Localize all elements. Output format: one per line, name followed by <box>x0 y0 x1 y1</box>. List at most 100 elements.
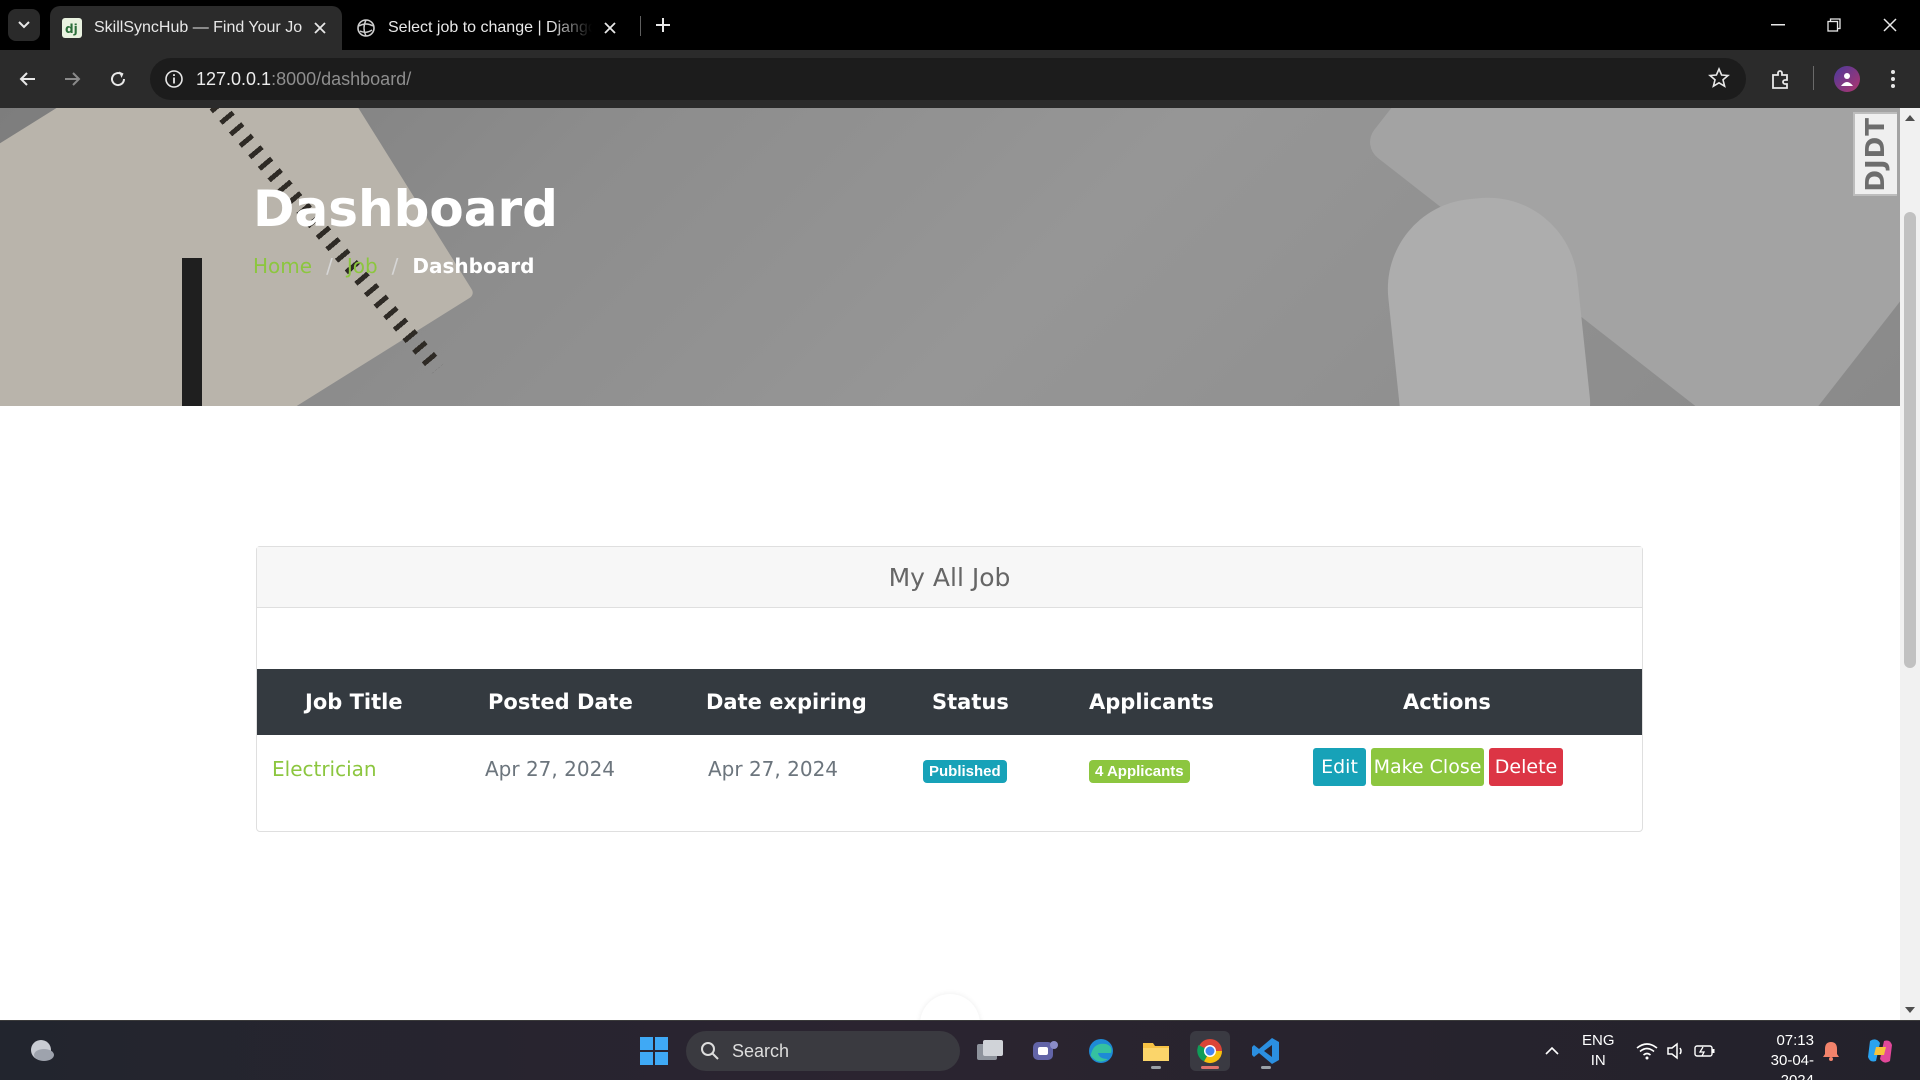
browser-menu-button[interactable] <box>1877 63 1909 95</box>
tab-django-admin[interactable]: Select job to change | Django site admin <box>344 6 632 50</box>
close-icon <box>1883 18 1897 32</box>
breadcrumb-separator: / <box>391 254 399 278</box>
task-view-button[interactable] <box>970 1031 1010 1071</box>
breadcrumb-separator: / <box>326 254 333 278</box>
minimize-icon <box>1771 24 1785 26</box>
tab-search-button[interactable] <box>8 9 40 41</box>
scrollbar-thumb[interactable] <box>1904 212 1916 668</box>
card-title: My All Job <box>257 547 1642 608</box>
bell-icon <box>1823 1042 1839 1061</box>
arrow-right-icon <box>65 72 81 86</box>
copilot-button[interactable] <box>1860 1031 1900 1071</box>
file-explorer-app[interactable] <box>1136 1031 1176 1071</box>
make-close-button[interactable]: Make Close <box>1371 748 1484 786</box>
wifi-icon <box>1636 1043 1658 1060</box>
applicants-badge[interactable]: 4 Applicants <box>1089 760 1190 783</box>
kebab-menu-icon <box>1891 70 1895 88</box>
weather-widget[interactable] <box>22 1031 62 1071</box>
url-text[interactable]: 127.0.0.1:8000/dashboard/ <box>196 69 411 90</box>
url-path: :8000/dashboard/ <box>271 69 412 89</box>
edge-app[interactable] <box>1081 1031 1121 1071</box>
vscode-icon <box>1252 1038 1279 1064</box>
language-code: ENG <box>1582 1032 1615 1049</box>
svg-text:dj: dj <box>65 22 78 36</box>
edit-button[interactable]: Edit <box>1313 748 1366 786</box>
restore-icon <box>1827 18 1841 32</box>
forward-button[interactable] <box>56 63 88 95</box>
page-title: Dashboard <box>253 180 558 238</box>
profile-button[interactable] <box>1831 63 1863 95</box>
column-header-applicants: Applicants <box>1089 690 1214 714</box>
minimize-button[interactable] <box>1750 0 1806 50</box>
breadcrumb: Home / Job / Dashboard <box>253 254 534 278</box>
table-row: Electrician Apr 27, 2024 Apr 27, 2024 Pu… <box>257 735 1642 805</box>
plus-icon <box>656 18 670 32</box>
posted-date: Apr 27, 2024 <box>485 757 616 781</box>
chrome-icon <box>1197 1039 1222 1064</box>
system-tray-quick-settings[interactable] <box>1628 1031 1724 1071</box>
jobs-table: Job Title Posted Date Date expiring Stat… <box>257 669 1642 805</box>
delete-button[interactable]: Delete <box>1489 748 1563 786</box>
globe-icon <box>357 19 375 37</box>
page-scrollbar[interactable] <box>1900 108 1920 1020</box>
tab-skillsynchub[interactable]: dj SkillSyncHub — Find Your Job <box>50 6 342 50</box>
windows-logo-icon <box>640 1037 668 1065</box>
arrow-left-icon <box>19 72 35 86</box>
chrome-app[interactable] <box>1190 1031 1230 1071</box>
teams-app[interactable] <box>1025 1031 1065 1071</box>
close-window-button[interactable] <box>1862 0 1918 50</box>
folder-icon <box>1143 1043 1169 1061</box>
back-to-top-button[interactable] <box>920 994 980 1020</box>
language-indicator[interactable]: ENG IN <box>1582 1031 1615 1071</box>
column-header-posted-date: Posted Date <box>488 690 633 714</box>
column-header-status: Status <box>932 690 1009 714</box>
address-bar[interactable]: 127.0.0.1:8000/dashboard/ <box>150 58 1746 100</box>
reload-button[interactable] <box>102 63 134 95</box>
clock-date: 30-04-2024 <box>1770 1052 1814 1080</box>
battery-icon <box>1694 1045 1715 1057</box>
breadcrumb-home-link[interactable]: Home <box>253 254 312 278</box>
column-header-date-expiring: Date expiring <box>706 690 867 714</box>
windows-taskbar: Search ENG IN 07:13 30-04- <box>0 1020 1920 1080</box>
reload-icon <box>111 71 126 87</box>
restore-button[interactable] <box>1806 0 1862 50</box>
tab-title: SkillSyncHub — Find Your Job <box>94 19 302 36</box>
site-info-icon[interactable] <box>162 67 186 91</box>
pencil-decoration <box>182 258 202 406</box>
tab-title: Select job to change | Django site admin <box>388 19 592 36</box>
django-debug-toolbar-handle[interactable]: DJDT <box>1853 112 1897 196</box>
cloud-icon <box>31 1040 54 1061</box>
show-hidden-icons-button[interactable] <box>1532 1031 1572 1071</box>
back-button[interactable] <box>12 63 44 95</box>
scroll-up-arrow-icon[interactable] <box>1900 108 1920 128</box>
taskbar-search[interactable]: Search <box>686 1031 960 1071</box>
table-header: Job Title Posted Date Date expiring Stat… <box>257 669 1642 735</box>
breadcrumb-current: Dashboard <box>412 254 535 278</box>
running-indicator <box>1151 1066 1161 1069</box>
url-host: 127.0.0.1 <box>196 69 272 89</box>
bookmark-star-icon[interactable] <box>1708 66 1732 91</box>
column-header-job-title: Job Title <box>305 690 403 714</box>
search-label: Search <box>732 1040 790 1061</box>
search-icon <box>701 1042 719 1060</box>
breadcrumb-job-link[interactable]: Job <box>347 254 378 278</box>
django-favicon-icon: dj <box>62 18 82 38</box>
my-jobs-card: My All Job Job Title Posted Date Date ex… <box>256 546 1643 832</box>
close-tab-icon[interactable] <box>600 18 620 38</box>
volume-icon <box>1667 1042 1682 1060</box>
teams-icon <box>1033 1041 1058 1060</box>
djdt-label: DJDT <box>1861 116 1891 192</box>
taskbar-clock[interactable]: 07:13 30-04-2024 <box>1738 1031 1814 1080</box>
chevron-down-icon <box>18 21 30 29</box>
column-header-actions: Actions <box>1403 690 1491 714</box>
new-tab-button[interactable] <box>650 12 676 38</box>
notifications-button[interactable] <box>1816 1031 1846 1071</box>
scroll-down-arrow-icon[interactable] <box>1900 1000 1920 1020</box>
extensions-button[interactable] <box>1765 63 1797 95</box>
edge-icon <box>1089 1039 1113 1063</box>
job-title-link[interactable]: Electrician <box>272 757 377 781</box>
page-viewport: Dashboard Home / Job / Dashboard DJDT My… <box>0 108 1900 1020</box>
start-button[interactable] <box>634 1031 674 1071</box>
vscode-app[interactable] <box>1246 1031 1286 1071</box>
close-tab-icon[interactable] <box>310 18 330 38</box>
